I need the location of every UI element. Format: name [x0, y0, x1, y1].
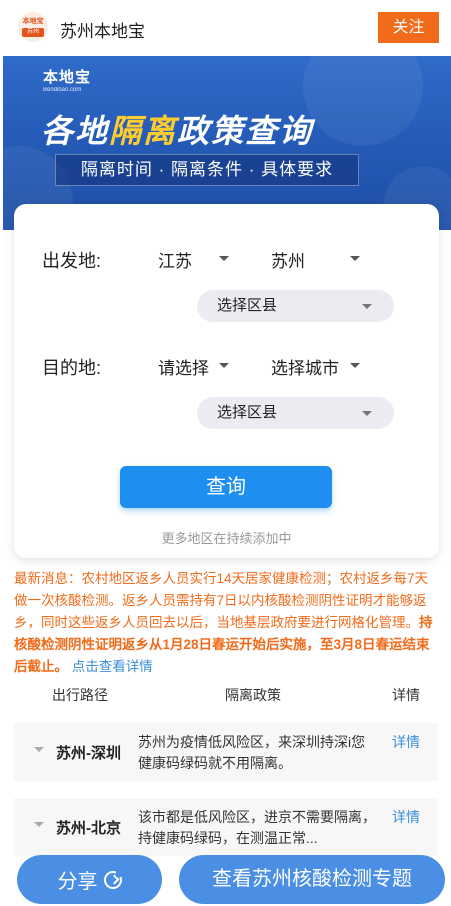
- banner-title-highlight: 隔离: [109, 113, 178, 149]
- detail-link[interactable]: 详情: [392, 732, 420, 752]
- share-icon: [103, 869, 123, 889]
- departure-district-select[interactable]: 选择区县: [197, 290, 394, 322]
- latest-notice: 最新消息：农村地区返乡人员实行14天居家健康检测；农村返乡每7天做一次核酸检测。…: [14, 568, 438, 678]
- detail-link[interactable]: 详情: [392, 807, 420, 827]
- route-name: 苏州-深圳: [56, 745, 121, 762]
- chevron-down-icon: [350, 256, 360, 261]
- nucleic-acid-topic-button[interactable]: 查看苏州核酸检测专题: [179, 855, 445, 904]
- header: 本地宝 苏州 苏州本地宝 关注: [0, 0, 451, 56]
- chevron-down-icon: [350, 363, 360, 368]
- share-label: 分享: [57, 871, 98, 893]
- departure-city-select[interactable]: 苏州: [271, 247, 305, 272]
- chevron-down-icon: [362, 304, 372, 309]
- destination-district-text: 选择区县: [217, 404, 278, 421]
- app-title: 苏州本地宝: [60, 22, 145, 41]
- logo-text: 本地宝: [22, 18, 44, 25]
- destination-district-select[interactable]: 选择区县: [197, 397, 394, 429]
- destination-city-select[interactable]: 选择城市: [271, 354, 339, 379]
- route-name: 苏州-北京: [56, 820, 121, 837]
- logo-city: 苏州: [22, 28, 44, 37]
- banner-brand-domain: Bendibao.com: [43, 87, 82, 93]
- departure-label: 出发地:: [42, 251, 102, 271]
- departure-district-text: 选择区县: [217, 297, 278, 314]
- table-row[interactable]: 苏州-深圳 苏州为疫情低风险区，来深圳持深i您健康码绿码就不用隔离。 详情: [14, 723, 438, 781]
- policy-text: 苏州为疫情低风险区，来深圳持深i您健康码绿码就不用隔离。: [138, 734, 366, 771]
- query-button[interactable]: 查询: [120, 466, 332, 508]
- banner-title: 各地隔离政策查询: [41, 106, 313, 152]
- table-header-route: 出行路径: [52, 687, 108, 703]
- banner-title-part2: 政策查询: [177, 113, 314, 149]
- query-form-card: 出发地: 江苏 苏州 选择区县 目的地: 请选择 选择城市 选择区县 查询 更多…: [14, 204, 439, 558]
- follow-button[interactable]: 关注: [378, 12, 439, 43]
- table-header-detail: 详情: [392, 687, 420, 703]
- banner-subtitle: 隔离时间 · 隔离条件 · 具体要求: [55, 154, 359, 186]
- departure-province-select[interactable]: 江苏: [158, 247, 192, 272]
- more-regions-note: 更多地区在持续添加中: [161, 531, 292, 546]
- chevron-down-icon: [362, 411, 372, 416]
- notice-text: 最新消息：农村地区返乡人员实行14天居家健康检测；农村返乡每7天做一次核酸检测。…: [14, 571, 429, 630]
- chevron-down-icon: [219, 256, 229, 261]
- banner-brand-name: 本地宝: [43, 69, 92, 86]
- destination-province-select[interactable]: 请选择: [158, 354, 209, 379]
- chevron-down-icon: [34, 747, 44, 752]
- table-row[interactable]: 苏州-北京 该市都是低风险区，进京不需要隔离，持健康码绿码，在测温正常... 详…: [14, 798, 438, 856]
- chevron-down-icon: [219, 363, 229, 368]
- notice-detail-link[interactable]: 点击查看详情: [72, 659, 153, 674]
- chevron-down-icon: [34, 822, 44, 827]
- banner-brand: 本地宝 Bendibao.com: [43, 66, 91, 93]
- virus-decoration: [303, 56, 423, 146]
- policy-text: 该市都是低风险区，进京不需要隔离，持健康码绿码，在测温正常...: [138, 809, 376, 846]
- share-button[interactable]: 分享: [17, 855, 162, 904]
- app-logo: 本地宝 苏州: [18, 12, 48, 42]
- table-header-policy: 隔离政策: [225, 687, 281, 703]
- destination-label: 目的地:: [42, 358, 102, 378]
- banner-title-part1: 各地: [41, 113, 110, 149]
